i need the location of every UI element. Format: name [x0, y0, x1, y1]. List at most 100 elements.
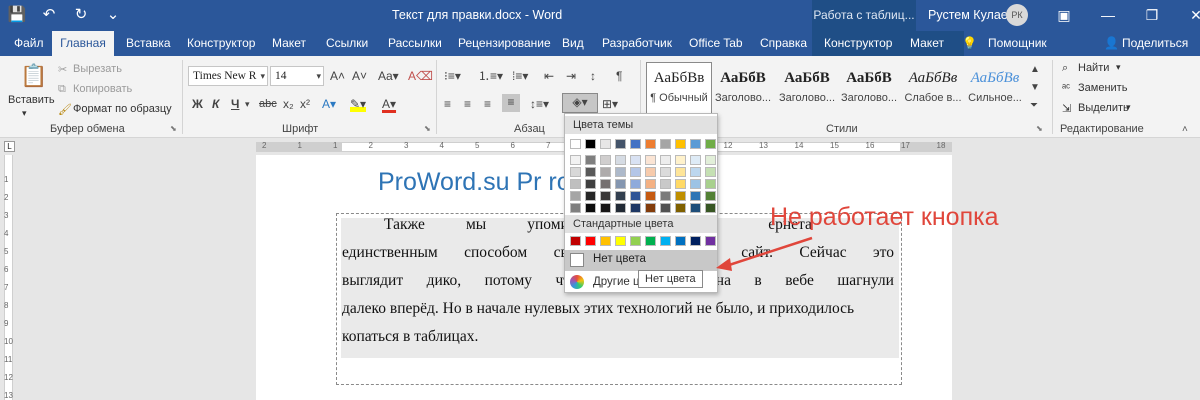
theme-shade-swatch[interactable]	[690, 191, 701, 201]
standard-color-swatch[interactable]	[705, 236, 716, 246]
theme-shade-swatch[interactable]	[675, 155, 686, 165]
chevron-down-icon[interactable]: ▾	[260, 67, 265, 85]
find-dropdown-icon[interactable]: ▾	[1116, 62, 1121, 73]
tab-review[interactable]: Рецензирование	[458, 31, 551, 56]
shading-button[interactable]: ◈▾	[562, 93, 598, 113]
tab-table-layout[interactable]: Макет	[910, 31, 944, 56]
theme-color-swatch[interactable]	[660, 139, 671, 149]
user-name[interactable]: Рустем Кулаев	[928, 8, 1014, 22]
theme-shade-swatch[interactable]	[705, 203, 716, 213]
avatar[interactable]: РК	[1006, 4, 1028, 26]
restore-icon[interactable]: ❐	[1130, 0, 1174, 30]
tab-view[interactable]: Вид	[562, 31, 584, 56]
theme-shade-swatch[interactable]	[630, 179, 641, 189]
tab-design[interactable]: Конструктор	[187, 31, 255, 56]
styles-scroll-down-icon[interactable]: ▼	[1030, 80, 1040, 96]
paragraph-line[interactable]: далеко вперёд. Но в начале нулевых этих …	[342, 300, 894, 318]
cut-icon[interactable]: ✂	[58, 63, 67, 76]
theme-color-swatch[interactable]	[570, 139, 581, 149]
theme-color-swatch[interactable]	[585, 139, 596, 149]
theme-shade-swatch[interactable]	[585, 203, 596, 213]
standard-color-swatch[interactable]	[675, 236, 686, 246]
theme-shade-swatch[interactable]	[660, 203, 671, 213]
theme-color-swatch[interactable]	[690, 139, 701, 149]
sort-icon[interactable]: ↕	[590, 68, 596, 84]
undo-icon[interactable]: ↶	[38, 4, 60, 26]
theme-shade-swatch[interactable]	[705, 179, 716, 189]
decrease-indent-icon[interactable]: ⇤	[544, 68, 554, 84]
theme-shade-swatch[interactable]	[570, 179, 581, 189]
show-marks-icon[interactable]: ¶	[616, 68, 622, 84]
theme-shade-swatch[interactable]	[690, 155, 701, 165]
standard-color-swatch[interactable]	[630, 236, 641, 246]
theme-shade-swatch[interactable]	[705, 191, 716, 201]
font-size-combo[interactable]: 14 ▾	[270, 66, 324, 86]
theme-color-swatch[interactable]	[615, 139, 626, 149]
paste-button[interactable]: Вставить	[8, 94, 55, 106]
style-intense-emphasis[interactable]: АаБбВв Сильное...	[964, 64, 1026, 114]
shrink-font-icon[interactable]: A˅	[352, 68, 367, 84]
tab-mailings[interactable]: Рассылки	[388, 31, 442, 56]
theme-shade-swatch[interactable]	[585, 191, 596, 201]
theme-color-swatch[interactable]	[675, 139, 686, 149]
chevron-down-icon[interactable]: ▾	[316, 67, 321, 85]
theme-shade-swatch[interactable]	[570, 203, 581, 213]
format-painter-button[interactable]: Формат по образцу	[73, 103, 172, 115]
theme-shade-swatch[interactable]	[675, 167, 686, 177]
theme-shade-swatch[interactable]	[690, 203, 701, 213]
clear-formatting-icon[interactable]: A⌫	[408, 68, 433, 84]
share-icon[interactable]: 👤	[1104, 31, 1119, 56]
theme-shade-swatch[interactable]	[705, 155, 716, 165]
standard-color-swatch[interactable]	[570, 236, 581, 246]
theme-shade-swatch[interactable]	[675, 179, 686, 189]
standard-color-swatch[interactable]	[600, 236, 611, 246]
theme-shade-swatch[interactable]	[690, 167, 701, 177]
tab-references[interactable]: Ссылки	[326, 31, 368, 56]
theme-shade-swatch[interactable]	[615, 191, 626, 201]
theme-shade-swatch[interactable]	[690, 179, 701, 189]
theme-shade-swatch[interactable]	[615, 179, 626, 189]
standard-color-swatch[interactable]	[660, 236, 671, 246]
standard-color-swatch[interactable]	[690, 236, 701, 246]
select-icon[interactable]: ⇲	[1062, 102, 1071, 115]
align-center-icon[interactable]: ≡	[464, 96, 471, 112]
select-button[interactable]: Выделить	[1078, 102, 1129, 114]
borders-icon[interactable]: ⊞▾	[602, 96, 618, 112]
theme-shade-swatch[interactable]	[585, 179, 596, 189]
underline-button[interactable]: Ч	[231, 96, 239, 112]
theme-shade-swatch[interactable]	[660, 155, 671, 165]
theme-shade-swatch[interactable]	[660, 191, 671, 201]
copy-button[interactable]: Копировать	[73, 83, 132, 95]
tab-table-design[interactable]: Конструктор	[824, 31, 892, 56]
cut-button[interactable]: Вырезать	[73, 63, 122, 75]
tab-tell-me[interactable]: Помощник	[988, 31, 1047, 56]
theme-shade-swatch[interactable]	[585, 167, 596, 177]
no-color-item[interactable]: Нет цвета	[565, 250, 717, 271]
tab-developer[interactable]: Разработчик	[602, 31, 672, 56]
theme-shade-swatch[interactable]	[585, 155, 596, 165]
theme-color-swatch[interactable]	[645, 139, 656, 149]
save-icon[interactable]: 💾	[6, 4, 28, 26]
style-normal[interactable]: АаБбВв ¶ Обычный	[648, 64, 710, 114]
text-effects-icon[interactable]: A▾	[322, 96, 336, 112]
theme-color-swatch[interactable]	[705, 139, 716, 149]
copy-icon[interactable]: ⧉	[58, 83, 66, 96]
font-launcher-icon[interactable]: ⬊	[424, 124, 431, 133]
vertical-ruler[interactable]: 1 2 3 4 5 6 7 8 9 10 11 12 13	[0, 155, 16, 400]
tab-home[interactable]: Главная	[52, 31, 114, 57]
tab-selector-icon[interactable]: L	[4, 141, 15, 152]
replace-icon[interactable]: ᵃᶜ	[1062, 82, 1070, 94]
theme-shade-swatch[interactable]	[570, 191, 581, 201]
theme-shade-swatch[interactable]	[600, 155, 611, 165]
minimize-icon[interactable]: —	[1086, 0, 1130, 30]
theme-shade-swatch[interactable]	[630, 191, 641, 201]
ribbon-display-icon[interactable]: ▣	[1042, 0, 1086, 30]
paste-icon[interactable]: 📋	[20, 62, 47, 90]
change-case-icon[interactable]: Aa▾	[378, 68, 399, 84]
bullets-icon[interactable]: ⁝≡▾	[444, 68, 461, 84]
theme-shade-swatch[interactable]	[675, 203, 686, 213]
theme-shade-swatch[interactable]	[600, 203, 611, 213]
format-painter-icon[interactable]: 🖌	[58, 103, 72, 116]
theme-shade-swatch[interactable]	[630, 155, 641, 165]
tab-insert[interactable]: Вставка	[126, 31, 171, 56]
